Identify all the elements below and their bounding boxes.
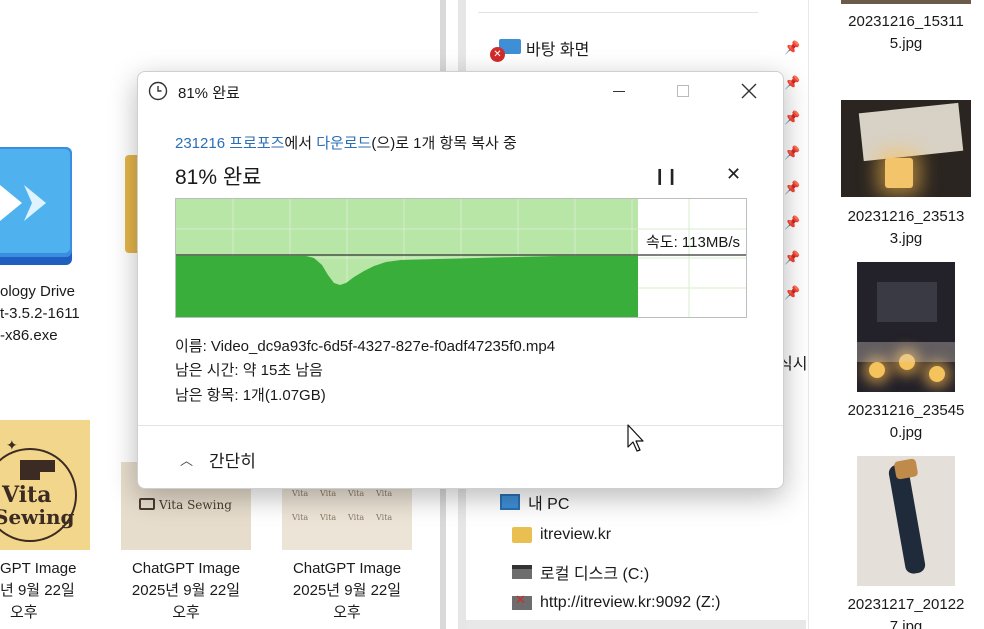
cancel-icon: ✕ [726, 164, 742, 184]
pin-icon[interactable]: 📌 [784, 285, 800, 301]
status-text-rest: (으)로 1개 항목 복사 중 [371, 135, 517, 152]
svg-text:Vita: Vita [347, 513, 364, 522]
maximize-button[interactable] [654, 72, 712, 110]
fewer-details-button[interactable]: ︿ 간단히 [180, 447, 256, 472]
time-remaining-label: 남은 시간: 약 15초 남음 [175, 362, 323, 379]
nav-item-this-pc[interactable]: 내 PC [500, 490, 569, 514]
svg-text:Vita: Vita [347, 489, 364, 498]
image-thumbnail-candles[interactable] [857, 262, 955, 392]
svg-text:Vita: Vita [319, 513, 336, 522]
nav-item-itreview[interactable]: itreview.kr [512, 526, 611, 544]
clock-icon [148, 81, 168, 101]
pin-icon[interactable]: 📌 [784, 215, 800, 231]
sewing-machine-icon [139, 498, 155, 510]
pin-icon[interactable]: 📌 [784, 145, 800, 161]
svg-text:Vita: Vita [375, 513, 392, 522]
cancel-button[interactable]: ✕ [726, 164, 741, 185]
maximize-icon [677, 85, 689, 97]
pause-button[interactable]: ❙❙ [653, 166, 679, 186]
nav-item-desktop[interactable]: ✕ 바탕 화면 [490, 36, 589, 62]
network-drive-disconnected-icon: ✕ [512, 593, 532, 610]
pin-icon[interactable]: 📌 [784, 250, 800, 266]
speed-label: 속도: 113MB/s [645, 234, 740, 251]
file-label-photo-3[interactable]: 20231216_23545 0.jpg [833, 400, 979, 444]
copy-progress-dialog: 81% 완료 231216 프로포즈에서 다운로드(으)로 1개 항목 복사 중… [137, 71, 784, 489]
nav-separator [478, 12, 758, 13]
nav-item-local-disk[interactable]: 로컬 디스크 (C:) [512, 560, 649, 584]
close-icon [741, 83, 757, 99]
minimize-button[interactable] [590, 72, 648, 110]
file-label-img1[interactable]: GPT Image 년 9월 22일 오후 [0, 558, 76, 624]
chevron-up-icon: ︿ [180, 453, 194, 468]
pin-icon[interactable]: 📌 [784, 40, 800, 56]
file-label-photo-2[interactable]: 20231216_23513 3.jpg [833, 206, 979, 250]
folder-icon [512, 527, 532, 543]
source-folder-link[interactable]: 231216 프로포즈 [175, 135, 284, 152]
file-name-label: 이름: Video_dc9a93fc-6d5f-4327-827e-f0adf4… [175, 338, 556, 355]
close-button[interactable] [720, 72, 778, 110]
footer-divider [138, 425, 783, 426]
svg-text:Vita: Vita [291, 489, 308, 498]
speed-graph: 속도: 113MB/s [175, 198, 747, 318]
error-badge-icon: ✕ [490, 47, 505, 62]
file-view-right: 20231216_15311 5.jpg 20231216_23513 3.jp… [808, 0, 984, 629]
synology-drive-icon[interactable] [0, 145, 90, 270]
mouse-cursor-icon [627, 424, 644, 452]
svg-text:Vita: Vita [291, 513, 308, 522]
file-label-photo-1[interactable]: 20231216_15311 5.jpg [833, 11, 979, 55]
pc-icon [500, 494, 520, 510]
svg-text:Vita: Vita [319, 489, 336, 498]
pin-icon[interactable]: 📌 [784, 180, 800, 196]
file-label-synology[interactable]: ology Drive t-3.5.2-1611 -x86.exe [0, 281, 80, 347]
status-text-from: 에서 [284, 135, 317, 152]
image-thumbnail-hairdryer[interactable] [857, 456, 955, 586]
file-label-img3[interactable]: ChatGPT Image 2025년 9월 22일 오후 [282, 558, 412, 624]
title-bar[interactable]: 81% 완료 [138, 72, 783, 110]
svg-text:Vita: Vita [375, 489, 392, 498]
pause-icon: ❙❙ [653, 168, 679, 185]
image-thumbnail-photo-1[interactable] [841, 0, 971, 4]
svg-text:✦: ✦ [6, 437, 18, 453]
nav-item-network-drive[interactable]: ✕ http://itreview.kr:9092 (Z:) [512, 593, 721, 612]
image-thumbnail-candle-card[interactable] [841, 100, 971, 197]
drive-icon [512, 565, 532, 579]
nav-selection-highlight [466, 620, 806, 629]
image-thumbnail-vita-logo[interactable]: ✦ Vita Sewing [0, 420, 90, 550]
desktop-icon: ✕ [490, 39, 521, 62]
progress-percent-label: 81% 완료 [175, 166, 262, 189]
window-title: 81% 완료 [178, 85, 240, 102]
items-remaining-label: 남은 항목: 1개(1.07GB) [175, 387, 326, 404]
pin-icon[interactable]: 📌 [784, 110, 800, 126]
file-label-photo-4[interactable]: 20231217_20122 7.jpg [833, 594, 979, 629]
speed-history-area [176, 256, 638, 317]
minimize-icon [613, 90, 625, 92]
copy-status-line: 231216 프로포즈에서 다운로드(으)로 1개 항목 복사 중 [175, 132, 517, 153]
destination-folder-link[interactable]: 다운로드 [316, 135, 371, 152]
pin-icon[interactable]: 📌 [784, 75, 800, 91]
candle-icon [885, 158, 913, 188]
file-label-img2[interactable]: ChatGPT Image 2025년 9월 22일 오후 [121, 558, 251, 624]
fewer-details-label: 간단히 [209, 452, 256, 471]
